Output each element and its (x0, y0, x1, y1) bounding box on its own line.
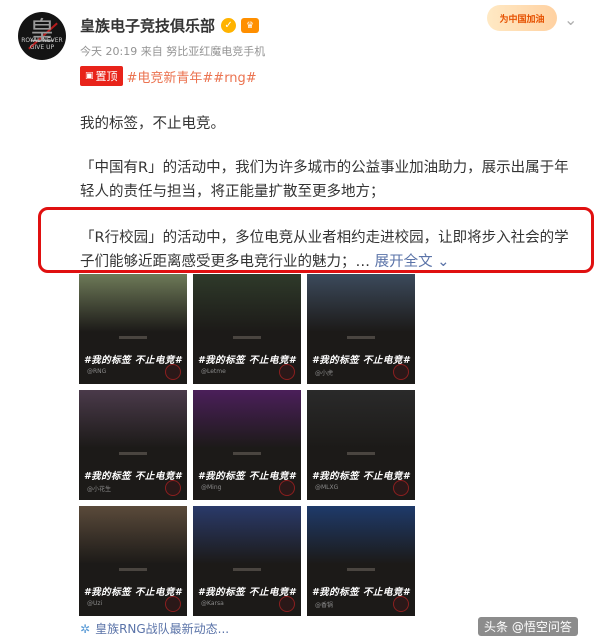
tile-photo (79, 390, 187, 448)
tile-divider (347, 452, 375, 455)
watermark: 头条 @悟空问答 (478, 617, 578, 636)
image-tile[interactable]: #我的标签 不止电竞# @小虎 (307, 274, 415, 384)
post-paragraph-1: 我的标签，不止电竞。 (80, 116, 225, 132)
highlight-annotation-box (38, 207, 594, 273)
tile-photo (307, 506, 415, 564)
tile-slogan: #我的标签 不止电竞# (197, 355, 297, 366)
tile-slogan: #我的标签 不止电竞# (83, 587, 183, 598)
pin-row: ▣ 置顶 #电竞新青年##rng# (80, 66, 257, 86)
tile-stamp-icon (165, 596, 181, 612)
tile-divider (119, 452, 147, 455)
footer-link-row[interactable]: ✲ 皇族RNG战队最新动态... (80, 620, 229, 637)
image-tile[interactable]: #我的标签 不止电竞# @小花生 (79, 390, 187, 500)
image-tile[interactable]: #我的标签 不止电竞# @香锅 (307, 506, 415, 616)
tile-divider (233, 568, 261, 571)
username-row: 皇族电子竞技俱乐部 ✓ ♛ (80, 15, 260, 36)
tile-caption: @小花生 (87, 486, 112, 493)
tile-stamp-icon (393, 364, 409, 380)
avatar[interactable]: 皇 ROYAL NEVER GIVE UP (18, 12, 66, 60)
tile-photo (193, 506, 301, 564)
tile-divider (347, 336, 375, 339)
tile-slogan: #我的标签 不止电竞# (197, 587, 297, 598)
tile-photo (193, 274, 301, 332)
tile-caption: @RNG (87, 368, 107, 375)
tile-caption: @MLXG (315, 484, 339, 491)
tile-divider (233, 336, 261, 339)
pinned-badge: ▣ 置顶 (80, 66, 123, 86)
footer-link[interactable]: 皇族RNG战队最新动态... (95, 620, 229, 637)
username[interactable]: 皇族电子竞技俱乐部 (80, 15, 215, 36)
tile-divider (347, 568, 375, 571)
chevron-down-icon[interactable]: ⌄ (564, 10, 577, 29)
post-paragraph-2: 「中国有R」的活动中，我们为许多城市的公益事业加油助力，展示出属于年轻人的责任与… (80, 160, 569, 200)
image-tile[interactable]: #我的标签 不止电竞# @Letme (193, 274, 301, 384)
tile-caption: @Uzi (87, 600, 103, 607)
pin-icon: ▣ (85, 71, 94, 81)
tile-divider (233, 452, 261, 455)
image-tile[interactable]: #我的标签 不止电竞# @Ming (193, 390, 301, 500)
tile-slogan: #我的标签 不止电竞# (83, 355, 183, 366)
tile-photo (193, 390, 301, 448)
image-tile[interactable]: #我的标签 不止电竞# @MLXG (307, 390, 415, 500)
tile-caption: @小虎 (315, 370, 334, 377)
tile-slogan: #我的标签 不止电竞# (311, 471, 411, 482)
tile-stamp-icon (279, 364, 295, 380)
tile-divider (119, 568, 147, 571)
tile-slogan: #我的标签 不止电竞# (197, 471, 297, 482)
hashtag-link[interactable]: #电竞新青年##rng# (127, 67, 257, 86)
tile-caption: @Ming (201, 484, 222, 491)
tile-stamp-icon (279, 596, 295, 612)
tile-photo (307, 390, 415, 448)
tile-photo (79, 506, 187, 564)
tile-slogan: #我的标签 不止电竞# (311, 587, 411, 598)
tile-caption: @Karsa (201, 600, 224, 607)
tile-divider (119, 336, 147, 339)
avatar-logo-subtext: ROYAL NEVER GIVE UP (21, 37, 63, 51)
tile-photo (79, 274, 187, 332)
gear-icon: ✲ (80, 621, 91, 636)
image-tile[interactable]: #我的标签 不止电竞# @RNG (79, 274, 187, 384)
image-grid: #我的标签 不止电竞# @RNG #我的标签 不止电竞# @Letme #我的标签 不止… (79, 274, 415, 616)
image-tile[interactable]: #我的标签 不止电竞# @Karsa (193, 506, 301, 616)
vip-crown-icon: ♛ (241, 18, 260, 33)
post-meta: 今天 20:19 来自 努比亚红魔电竞手机 (80, 45, 266, 58)
tile-stamp-icon (165, 364, 181, 380)
tile-stamp-icon (393, 596, 409, 612)
image-tile[interactable]: #我的标签 不止电竞# @Uzi (79, 506, 187, 616)
tile-stamp-icon (279, 480, 295, 496)
tile-caption: @Letme (201, 368, 226, 375)
pinned-label: 置顶 (95, 70, 118, 83)
tile-stamp-icon (393, 480, 409, 496)
tile-slogan: #我的标签 不止电竞# (83, 471, 183, 482)
tile-photo (307, 274, 415, 332)
cheer-badge[interactable]: 为中国加油 (487, 5, 557, 31)
tile-slogan: #我的标签 不止电竞# (311, 355, 411, 366)
tile-caption: @香锅 (315, 602, 334, 609)
tile-stamp-icon (165, 480, 181, 496)
verified-check-icon: ✓ (221, 18, 237, 33)
